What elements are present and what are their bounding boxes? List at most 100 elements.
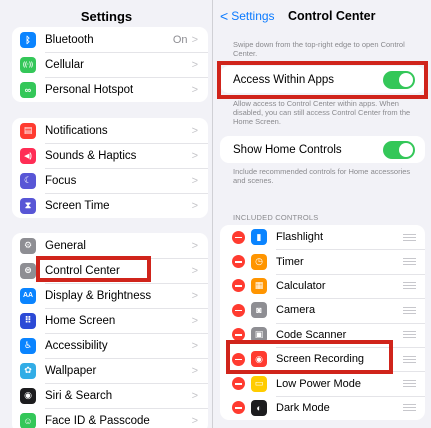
control-row-camera: ◙ Camera: [220, 298, 425, 322]
back-button-label: Settings: [231, 9, 275, 23]
remove-icon[interactable]: [232, 303, 245, 317]
control-label: Screen Recording: [276, 353, 365, 366]
control-label: Camera: [276, 304, 316, 317]
sidebar-item-home-screen[interactable]: ⠿ Home Screen >: [12, 308, 208, 333]
control-row-timer: ◷ Timer: [220, 249, 425, 273]
chevron-right-icon: >: [191, 149, 198, 162]
reorder-grip-icon[interactable]: [403, 331, 416, 339]
reorder-grip-icon[interactable]: [403, 306, 416, 314]
sidebar-item-sounds[interactable]: ◀) Sounds & Haptics >: [12, 143, 208, 168]
flashlight-icon: ▮: [251, 229, 267, 246]
sidebar-item-face-id[interactable]: ☺ Face ID & Passcode >: [12, 408, 208, 428]
timer-icon: ◷: [251, 253, 267, 270]
sidebar-item-notifications[interactable]: ▤ Notifications >: [12, 118, 208, 143]
sidebar-item-cellular[interactable]: ((·)) Cellular >: [12, 52, 208, 77]
chevron-right-icon: >: [191, 58, 198, 71]
remove-icon[interactable]: [232, 401, 245, 415]
screen-time-icon: ⧗: [20, 197, 36, 214]
chevron-right-icon: >: [191, 174, 198, 187]
page-title: Control Center: [288, 9, 376, 23]
chevron-right-icon: >: [191, 33, 198, 46]
remove-icon[interactable]: [232, 328, 245, 342]
show-home-controls-toggle[interactable]: [383, 140, 415, 159]
access-note: Allow access to Control Center within ap…: [233, 99, 411, 126]
siri-icon: ◉: [20, 387, 36, 404]
reorder-grip-icon[interactable]: [403, 233, 416, 241]
reorder-grip-icon[interactable]: [403, 355, 416, 363]
show-home-controls-label: Show Home Controls: [233, 143, 342, 156]
bluetooth-icon: ᛒ: [20, 31, 36, 48]
access-within-apps-label: Access Within Apps: [233, 73, 334, 86]
sidebar-item-accessibility[interactable]: ♿ Accessibility >: [12, 333, 208, 358]
dark-mode-icon: ◐: [251, 399, 267, 416]
reorder-grip-icon[interactable]: [403, 258, 416, 266]
control-label: Dark Mode: [276, 401, 330, 414]
calculator-icon: ▦: [251, 277, 267, 294]
sidebar-item-siri-search[interactable]: ◉ Siri & Search >: [12, 383, 208, 408]
sidebar-item-control-center[interactable]: ⊜ Control Center >: [12, 258, 208, 283]
chevron-right-icon: >: [191, 314, 198, 327]
sidebar-item-bluetooth[interactable]: ᛒ Bluetooth On >: [12, 27, 208, 52]
reorder-grip-icon[interactable]: [403, 404, 416, 412]
control-label: Low Power Mode: [276, 377, 361, 390]
show-home-controls-row: Show Home Controls: [220, 136, 425, 163]
chevron-right-icon: >: [191, 199, 198, 212]
sidebar-item-label: Wallpaper: [45, 364, 97, 377]
bluetooth-status: On: [172, 33, 188, 46]
reorder-grip-icon[interactable]: [403, 282, 416, 290]
control-label: Timer: [276, 255, 304, 268]
chevron-right-icon: >: [191, 264, 198, 277]
settings-sidebar: Settings ᛒ Bluetooth On > ((·)) Cellular…: [0, 0, 213, 428]
sidebar-item-label: Bluetooth: [45, 33, 94, 46]
hotspot-icon: ∞: [20, 81, 36, 98]
sidebar-item-wallpaper[interactable]: ✿ Wallpaper >: [12, 358, 208, 383]
sidebar-item-label: Screen Time: [45, 199, 110, 212]
chevron-right-icon: >: [191, 364, 198, 377]
sidebar-item-display-brightness[interactable]: AA Display & Brightness >: [12, 283, 208, 308]
home-screen-icon: ⠿: [20, 312, 36, 329]
chevron-left-icon: <: [220, 8, 229, 24]
chevron-right-icon: >: [191, 83, 198, 96]
remove-icon[interactable]: [232, 352, 245, 366]
chevron-right-icon: >: [191, 339, 198, 352]
home-note: Include recommended controls for Home ac…: [233, 167, 411, 185]
remove-icon[interactable]: [232, 255, 245, 269]
chevron-right-icon: >: [191, 414, 198, 427]
sidebar-item-label: Control Center: [45, 264, 120, 277]
sidebar-item-label: Home Screen: [45, 314, 116, 327]
sidebar-item-label: Notifications: [45, 124, 108, 137]
sidebar-item-label: Cellular: [45, 58, 84, 71]
sounds-icon: ◀): [20, 147, 36, 164]
navigation-bar: < Settings Control Center: [214, 0, 431, 34]
sidebar-item-general[interactable]: ⚙ General >: [12, 233, 208, 258]
screen-recording-icon: ◉: [251, 351, 267, 368]
sidebar-item-personal-hotspot[interactable]: ∞ Personal Hotspot >: [12, 77, 208, 102]
settings-group-connectivity: ᛒ Bluetooth On > ((·)) Cellular > ∞ Pers…: [12, 27, 208, 102]
back-button[interactable]: < Settings: [220, 9, 275, 23]
sidebar-item-screen-time[interactable]: ⧗ Screen Time >: [12, 193, 208, 218]
sidebar-item-label: Focus: [45, 174, 77, 187]
reorder-grip-icon[interactable]: [403, 380, 416, 388]
sidebar-item-focus[interactable]: ☾ Focus >: [12, 168, 208, 193]
remove-icon[interactable]: [232, 377, 245, 391]
notifications-icon: ▤: [20, 122, 36, 139]
remove-icon[interactable]: [232, 230, 245, 244]
included-controls-list: ▮ Flashlight ◷ Timer ▦ Calculator ◙ Came…: [220, 225, 425, 421]
control-label: Code Scanner: [276, 328, 347, 341]
sidebar-item-label: Sounds & Haptics: [45, 149, 137, 162]
control-row-screen-recording: ◉ Screen Recording: [220, 346, 425, 371]
chevron-right-icon: >: [191, 389, 198, 402]
chevron-right-icon: >: [191, 239, 198, 252]
control-center-icon: ⊜: [20, 262, 36, 279]
intro-note: Swipe down from the top-right edge to op…: [233, 40, 405, 58]
sidebar-item-label: General: [45, 239, 86, 252]
access-within-apps-group: Access Within Apps: [220, 66, 425, 93]
sidebar-item-label: Face ID & Passcode: [45, 414, 150, 427]
remove-icon[interactable]: [232, 279, 245, 293]
control-row-dark-mode: ◐ Dark Mode: [220, 395, 425, 420]
access-within-apps-toggle[interactable]: [383, 70, 415, 89]
chevron-right-icon: >: [191, 124, 198, 137]
focus-icon: ☾: [20, 172, 36, 189]
settings-title: Settings: [80, 9, 133, 24]
sidebar-item-label: Siri & Search: [45, 389, 113, 402]
